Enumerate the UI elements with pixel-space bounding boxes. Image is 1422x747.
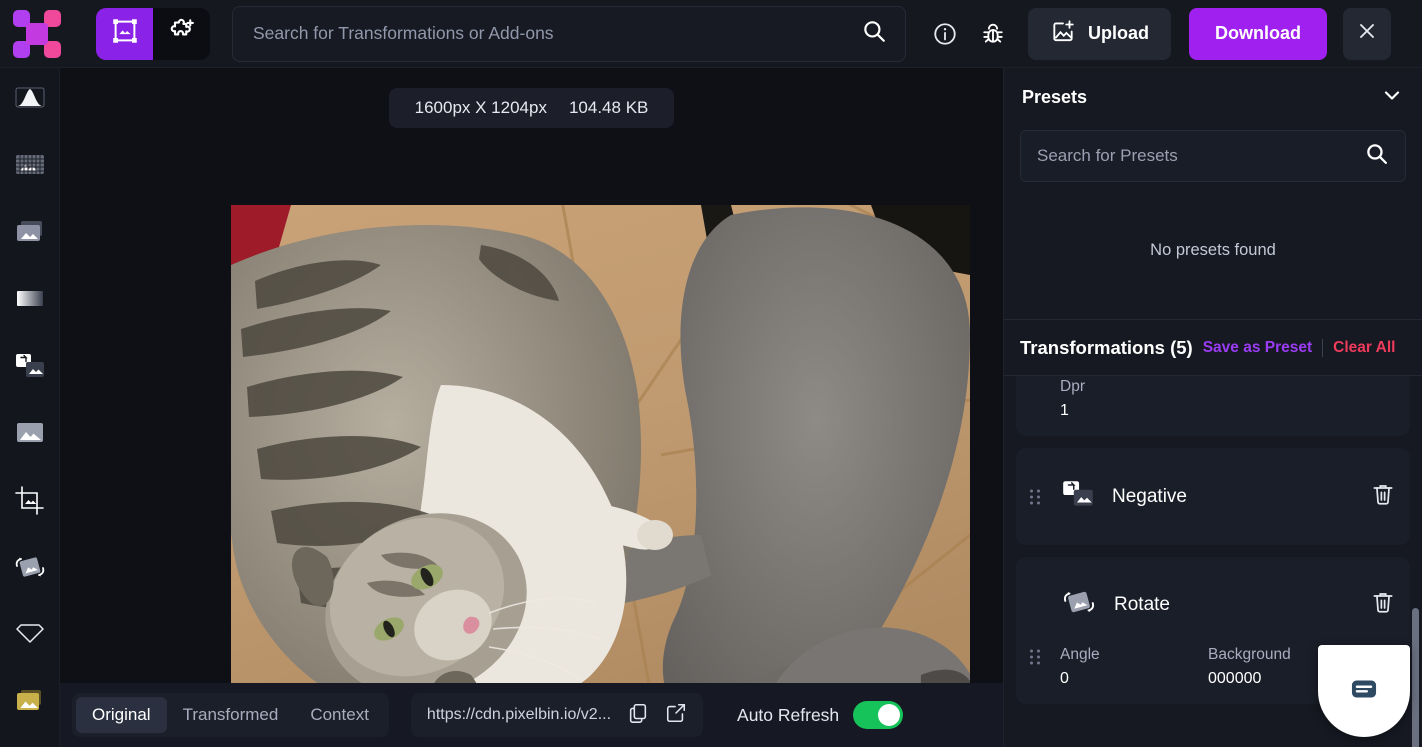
gradient-icon	[13, 287, 47, 316]
image-stack-icon	[13, 218, 47, 251]
pixelbin-logo[interactable]	[0, 0, 74, 68]
sidebar-item-crop[interactable]	[7, 479, 53, 527]
sidebar-item-grid[interactable]	[7, 143, 53, 191]
transformation-name: Negative	[1112, 485, 1187, 507]
crop-icon	[13, 485, 47, 520]
search-input[interactable]	[253, 23, 861, 44]
tab-context[interactable]: Context	[294, 697, 385, 733]
download-label: Download	[1215, 23, 1301, 43]
chat-widget[interactable]	[1318, 645, 1410, 737]
transformation-card-row: Negative	[1060, 478, 1396, 515]
trash-icon[interactable]	[1370, 589, 1396, 620]
transformation-card-negative[interactable]: Negative	[1016, 448, 1410, 545]
presets-search-input[interactable]	[1037, 146, 1364, 166]
image-upload-icon	[1050, 18, 1076, 49]
image-icon	[13, 419, 47, 452]
chat-bubble-icon	[1347, 672, 1381, 711]
canvas-bottom-bar: Original Transformed Context https://cdn…	[60, 683, 1003, 747]
app-root: Upload Download	[0, 0, 1422, 747]
toggle-knob	[878, 704, 901, 726]
image-grid-icon	[13, 151, 47, 184]
auto-refresh-label: Auto Refresh	[737, 704, 840, 725]
auto-refresh-control: Auto Refresh	[737, 701, 904, 729]
param-value: 1	[1060, 402, 1069, 419]
image-icon	[13, 687, 47, 720]
puzzle-plus-icon	[167, 16, 197, 51]
image-negative-icon	[1060, 478, 1096, 515]
image-dimensions: 1600px X 1204px	[414, 98, 547, 117]
image-negative-icon	[13, 351, 47, 386]
image-url-box: https://cdn.pixelbin.io/v2...	[410, 693, 704, 737]
sidebar-item-duplicate[interactable]	[7, 210, 53, 258]
upload-label: Upload	[1088, 23, 1149, 43]
addons-tool[interactable]	[153, 8, 210, 60]
upload-button[interactable]: Upload	[1028, 7, 1171, 60]
tool-group	[96, 7, 210, 60]
param-key: Dpr	[1060, 378, 1085, 395]
bug-icon[interactable]	[976, 17, 1010, 51]
transformations-title: Transformations (5)	[1020, 336, 1193, 358]
info-circle-icon[interactable]	[928, 17, 962, 51]
global-search[interactable]	[232, 5, 906, 62]
app-header: Upload Download	[0, 0, 1422, 68]
external-link-icon[interactable]	[665, 702, 687, 729]
param-angle: Angle 0	[1060, 646, 1208, 688]
chevron-down-icon[interactable]	[1380, 83, 1404, 112]
sidebar-item-selected-image[interactable]	[7, 680, 53, 728]
image-transform-icon	[110, 16, 140, 51]
panel-scrollbar[interactable]	[1412, 608, 1419, 747]
drag-handle-icon[interactable]	[1030, 649, 1042, 665]
search-icon[interactable]	[1364, 141, 1389, 171]
diamond-icon	[13, 621, 47, 652]
image-canvas: 1600px X 1204px 104.48 KB Original Trans…	[60, 68, 1003, 747]
sidebar-item-image[interactable]	[7, 411, 53, 459]
sidebar-item-rotate[interactable]	[7, 546, 53, 594]
drag-handle-icon[interactable]	[1030, 489, 1042, 504]
image-info-badge: 1600px X 1204px 104.48 KB	[388, 88, 675, 128]
app-body: 1600px X 1204px 104.48 KB Original Trans…	[0, 68, 1422, 747]
clear-all-link[interactable]: Clear All	[1333, 339, 1395, 357]
sidebar-item-gradient[interactable]	[7, 277, 53, 325]
sidebar-item-histogram[interactable]	[7, 76, 53, 124]
histogram-icon	[13, 84, 47, 117]
auto-refresh-toggle[interactable]	[853, 701, 904, 729]
transformations-header: Transformations (5) Save as Preset Clear…	[1004, 320, 1422, 376]
transformation-card-dpr[interactable]: Dpr Dpr 1	[1016, 376, 1410, 436]
download-button[interactable]: Download	[1189, 7, 1327, 60]
transformation-card-row: Rotate	[1060, 585, 1396, 624]
image-rotate-icon	[12, 551, 48, 588]
search-icon[interactable]	[861, 18, 887, 49]
sidebar-item-negative[interactable]	[7, 344, 53, 392]
param-value: 0	[1060, 670, 1069, 687]
trash-icon[interactable]	[1370, 481, 1396, 512]
vertical-divider	[1322, 338, 1324, 357]
transformation-name: Rotate	[1114, 593, 1170, 615]
param-key: Angle	[1060, 646, 1100, 663]
tab-original[interactable]: Original	[76, 697, 167, 733]
copy-icon[interactable]	[627, 702, 649, 729]
transformation-params: Dpr 1	[1060, 378, 1396, 420]
param-dpr: Dpr 1	[1060, 378, 1208, 420]
presets-header: Presets	[1004, 68, 1422, 126]
header-icon-group	[928, 17, 1010, 51]
image-url-text: https://cdn.pixelbin.io/v2...	[426, 706, 612, 723]
presets-search[interactable]	[1020, 130, 1406, 182]
close-button[interactable]	[1343, 7, 1391, 60]
sidebar-item-diamond[interactable]	[7, 613, 53, 661]
presets-title: Presets	[1022, 86, 1088, 107]
save-as-preset-link[interactable]: Save as Preset	[1203, 339, 1312, 357]
transformations-tool[interactable]	[96, 7, 153, 60]
no-presets-message: No presets found	[1004, 182, 1422, 320]
left-sidebar	[0, 68, 60, 747]
preview-tabs: Original Transformed Context	[72, 693, 389, 737]
image-filesize: 104.48 KB	[568, 98, 649, 117]
tab-transformed[interactable]: Transformed	[167, 697, 295, 733]
image-rotate-icon	[1060, 585, 1098, 624]
close-icon	[1355, 19, 1379, 48]
preview-image[interactable]	[231, 205, 970, 747]
